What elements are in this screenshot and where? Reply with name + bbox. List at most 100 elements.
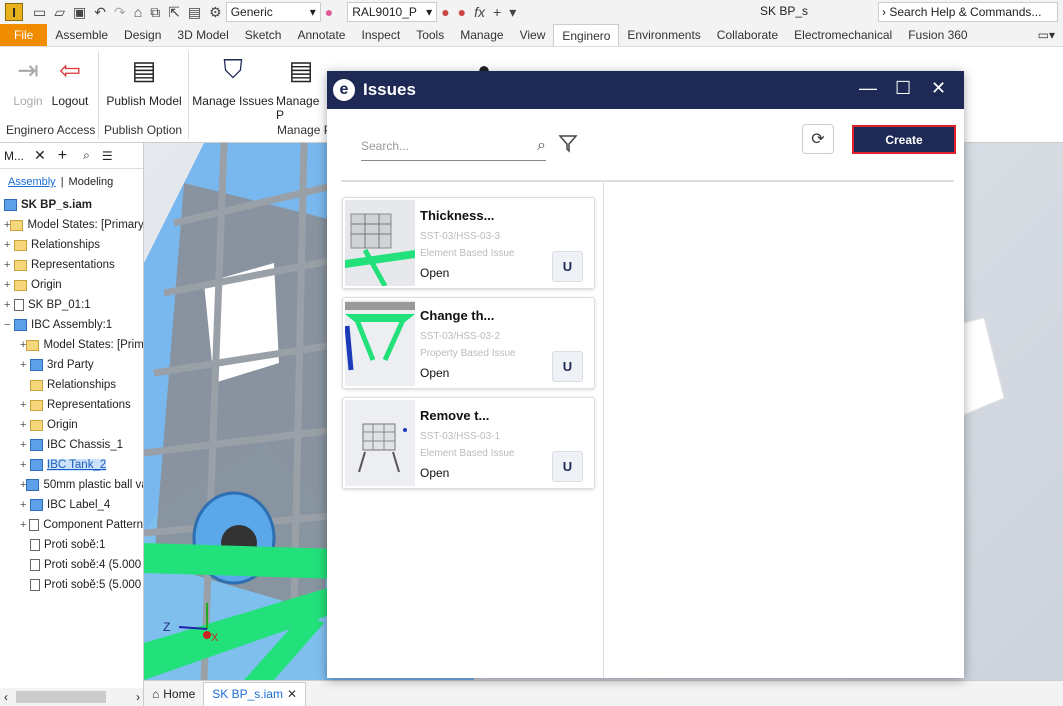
close-icon[interactable]: ✕ (34, 147, 46, 164)
issue-card[interactable]: Thickness... SST-03/HSS-03-3 Element Based… (342, 197, 595, 289)
home-tab[interactable]: ⌂ Home (144, 682, 203, 706)
expand-icon[interactable]: + (20, 359, 30, 371)
tree-node[interactable]: + Origin (0, 275, 143, 295)
chevron-left-icon[interactable]: ‹ (4, 690, 8, 704)
add-icon[interactable]: + (58, 147, 67, 165)
undo-icon[interactable]: ↶ (94, 4, 106, 21)
add-icon[interactable]: + (493, 4, 501, 20)
save-icon[interactable]: ▣ (73, 4, 86, 21)
search-icon[interactable]: ⌕ (537, 137, 546, 155)
minimize-icon[interactable]: — (859, 78, 877, 99)
tree-node[interactable]: + Model States: [Primary] (0, 215, 143, 235)
issue-card[interactable]: Remove t... SST-03/HSS-03-1 Element Based … (342, 397, 595, 489)
chevron-right-icon[interactable]: › (136, 690, 140, 704)
browser-scrollbar[interactable]: ‹ › (0, 688, 143, 706)
search-icon[interactable]: ⌕ (83, 148, 90, 163)
issue-search-input[interactable]: Search... ⌕ (361, 131, 546, 161)
copy-icon[interactable]: ⧉ (150, 4, 160, 21)
expand-icon[interactable]: + (4, 299, 14, 311)
mode-modeling[interactable]: Modeling (69, 176, 114, 188)
issue-card[interactable]: Change th... SST-03/HSS-03-2 Property Base… (342, 297, 595, 389)
help-search-input[interactable]: › Search Help & Commands... (878, 2, 1058, 22)
tree-node[interactable]: Proti sobě:1 (0, 535, 143, 555)
tree-node[interactable]: + Component Pattern (0, 515, 143, 535)
tab-file[interactable]: File (0, 24, 48, 46)
material-select[interactable]: RAL9010_P ▾ (347, 2, 438, 22)
publish-model-button[interactable]: ▤ Publish Model (104, 52, 184, 109)
tree-node[interactable]: Proti sobě:4 (5.000 (0, 555, 143, 575)
tab-collaborate[interactable]: Collaborate (709, 24, 786, 46)
tree-node[interactable]: + Model States: [Prim (0, 335, 143, 355)
assignee-badge[interactable]: U (552, 351, 583, 382)
login-button[interactable]: ⇥ Login (8, 52, 48, 109)
tree-node[interactable]: +50mm plastic ball va (0, 475, 143, 495)
refresh-button[interactable]: ⟳ (802, 124, 834, 154)
maximize-icon[interactable]: ☐ (895, 78, 911, 99)
close-icon[interactable]: ✕ (931, 78, 946, 99)
tree-node[interactable]: − IBC Assembly:1 (0, 315, 143, 335)
tree-node[interactable]: + SK BP_01:1 (0, 295, 143, 315)
expand-icon[interactable]: + (20, 459, 30, 471)
manage-issues-button[interactable]: ⛉ Manage Issues (192, 52, 274, 108)
tab-3d-model[interactable]: 3D Model (169, 24, 236, 46)
appearance-select[interactable]: Generic ▾ (225, 2, 321, 22)
tab-manage[interactable]: Manage (452, 24, 511, 46)
adjust-icon[interactable]: ⚙ (209, 4, 222, 21)
logout-button[interactable]: ⇦ Logout (48, 52, 92, 109)
ribbon-options-icon[interactable]: ▭▾ (1030, 24, 1063, 46)
select-icon[interactable]: ⇱ (168, 4, 180, 21)
assignee-badge[interactable]: U (552, 251, 583, 282)
create-button[interactable]: Create (852, 125, 956, 154)
tab-electromechanical[interactable]: Electromechanical (786, 24, 900, 46)
redo-icon[interactable]: ↷ (114, 4, 126, 21)
filter-icon[interactable] (558, 133, 578, 153)
tab-assemble[interactable]: Assemble (47, 24, 116, 46)
tab-annotate[interactable]: Annotate (289, 24, 353, 46)
tree-node[interactable]: Relationships (0, 375, 143, 395)
tab-enginero[interactable]: Enginero (553, 24, 620, 46)
measure-icon[interactable]: ▤ (188, 4, 201, 21)
tab-fusion-360[interactable]: Fusion 360 (900, 24, 975, 46)
tree-root[interactable]: SK BP_s.iam (0, 195, 143, 215)
tree-node[interactable]: + IBC Chassis_1 (0, 435, 143, 455)
app-logo[interactable]: I (5, 3, 23, 21)
expand-icon[interactable]: + (4, 239, 14, 251)
menu-icon[interactable]: ☰ (102, 149, 113, 163)
tab-tools[interactable]: Tools (408, 24, 452, 46)
tree-node[interactable]: + Origin (0, 415, 143, 435)
expand-icon[interactable]: + (20, 519, 29, 531)
tree-node[interactable]: + IBC Tank_2 (0, 455, 143, 475)
tab-view[interactable]: View (512, 24, 554, 46)
tree-node[interactable]: Proti sobě:5 (5.000 (0, 575, 143, 595)
manage-p-button[interactable]: ▤ Manage P (276, 52, 326, 123)
home-icon[interactable]: ⌂ (134, 4, 142, 20)
appearance-icon[interactable]: ● (441, 4, 449, 20)
fx-icon[interactable]: fx (474, 4, 485, 20)
expand-icon[interactable]: + (20, 419, 30, 431)
doc-tab[interactable]: SK BP_s.iam ✕ (203, 681, 307, 706)
color-wheel-icon[interactable]: ● (325, 4, 333, 20)
tree-node[interactable]: +3rd Party (0, 355, 143, 375)
more-icon[interactable]: ▾ (509, 4, 516, 21)
browser-tab[interactable]: M... (4, 149, 24, 163)
mode-assembly[interactable]: Assembly (8, 176, 56, 188)
expand-icon[interactable]: + (4, 279, 14, 291)
expand-icon[interactable]: + (20, 399, 30, 411)
tree-node[interactable]: + IBC Label_4 (0, 495, 143, 515)
tree-node[interactable]: + Representations (0, 255, 143, 275)
tab-sketch[interactable]: Sketch (237, 24, 290, 46)
tree-node[interactable]: + Relationships (0, 235, 143, 255)
open-icon[interactable]: ▱ (54, 4, 65, 21)
collapse-icon[interactable]: − (4, 319, 14, 331)
tree-node[interactable]: + Representations (0, 395, 143, 415)
expand-icon[interactable]: + (20, 499, 30, 511)
expand-icon[interactable]: + (20, 439, 30, 451)
close-icon[interactable]: ✕ (287, 687, 297, 701)
tab-design[interactable]: Design (116, 24, 169, 46)
tab-environments[interactable]: Environments (619, 24, 708, 46)
tab-inspect[interactable]: Inspect (353, 24, 408, 46)
expand-icon[interactable]: + (4, 259, 14, 271)
assignee-badge[interactable]: U (552, 451, 583, 482)
scroll-thumb[interactable] (16, 691, 106, 703)
clear-appearance-icon[interactable]: ● (458, 4, 466, 20)
